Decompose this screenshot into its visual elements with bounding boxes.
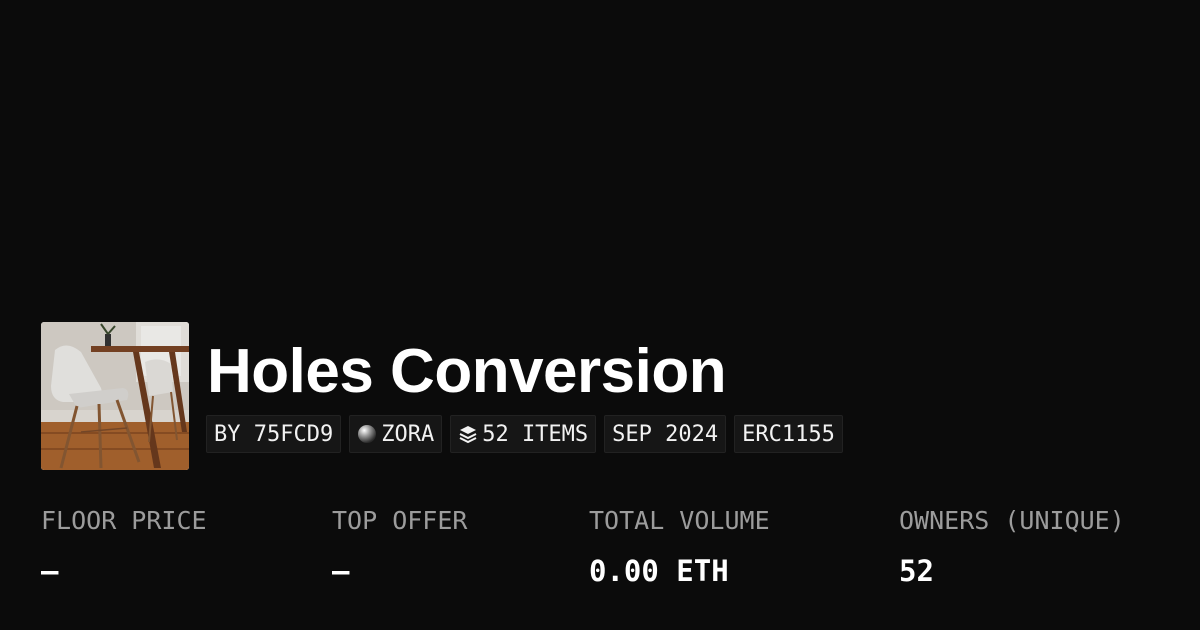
creator-badge[interactable]: BY 75FCD9 bbox=[206, 415, 342, 453]
stat-label: OWNERS (UNIQUE) bbox=[899, 506, 1125, 535]
layers-icon bbox=[458, 424, 478, 444]
collection-thumbnail bbox=[41, 322, 189, 470]
network-badge[interactable]: ZORA bbox=[349, 415, 443, 453]
collection-badges: BY 75FCD9 ZORA 52 ITEMS SEP 2024 ERC1155 bbox=[206, 415, 843, 453]
stat-owners: OWNERS (UNIQUE) 52 bbox=[899, 505, 1125, 589]
stat-floor-price: FLOOR PRICE – bbox=[41, 505, 207, 589]
items-label: 52 ITEMS bbox=[482, 421, 589, 447]
stat-value: – bbox=[41, 554, 59, 588]
network-label: ZORA bbox=[381, 421, 435, 447]
zora-orb-icon bbox=[357, 424, 377, 444]
stat-value: – bbox=[332, 554, 350, 588]
stat-top-offer: TOP OFFER – bbox=[332, 505, 467, 589]
stat-total-volume: TOTAL VOLUME 0.00 ETH bbox=[589, 505, 770, 589]
date-label: SEP 2024 bbox=[612, 421, 719, 447]
date-badge: SEP 2024 bbox=[604, 415, 727, 453]
stat-label: TOTAL VOLUME bbox=[589, 506, 770, 535]
stat-label: FLOOR PRICE bbox=[41, 506, 207, 535]
standard-badge: ERC1155 bbox=[734, 415, 843, 453]
items-badge[interactable]: 52 ITEMS bbox=[450, 415, 597, 453]
chair-table-photo bbox=[41, 322, 189, 470]
creator-label: BY 75FCD9 bbox=[214, 421, 334, 447]
stat-label: TOP OFFER bbox=[332, 506, 468, 535]
stat-value: 52 bbox=[899, 554, 934, 588]
stat-value: 0.00 ETH bbox=[589, 554, 729, 588]
collection-title: Holes Conversion bbox=[207, 337, 727, 406]
standard-label: ERC1155 bbox=[742, 421, 835, 447]
